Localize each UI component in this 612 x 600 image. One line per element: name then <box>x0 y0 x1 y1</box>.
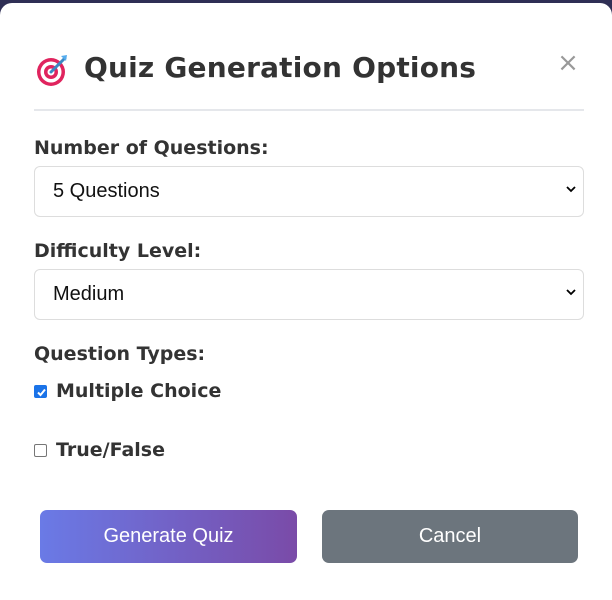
quiz-options-dialog: Quiz Generation Options × Number of Ques… <box>0 3 612 600</box>
num-questions-select[interactable]: 5 Questions <box>34 166 584 217</box>
multiple-choice-label: Multiple Choice <box>56 380 222 402</box>
dialog-header: Quiz Generation Options × <box>34 47 584 111</box>
true-false-checkbox[interactable] <box>34 444 47 457</box>
difficulty-value: Medium <box>53 283 125 305</box>
true-false-label: True/False <box>56 439 165 461</box>
close-icon[interactable]: × <box>556 50 580 76</box>
chevron-down-icon <box>566 186 576 193</box>
cancel-button[interactable]: Cancel <box>322 510 578 563</box>
difficulty-label: Difficulty Level: <box>34 240 202 262</box>
difficulty-select[interactable]: Medium <box>34 269 584 320</box>
check-icon <box>37 388 46 397</box>
generate-quiz-button[interactable]: Generate Quiz <box>40 510 297 563</box>
num-questions-label: Number of Questions: <box>34 137 269 159</box>
question-types-label: Question Types: <box>34 343 206 365</box>
multiple-choice-checkbox[interactable] <box>34 385 47 398</box>
num-questions-value: 5 Questions <box>53 180 160 202</box>
dialog-title: Quiz Generation Options <box>84 51 477 84</box>
target-dart-icon <box>37 55 67 86</box>
chevron-down-icon <box>566 289 576 296</box>
